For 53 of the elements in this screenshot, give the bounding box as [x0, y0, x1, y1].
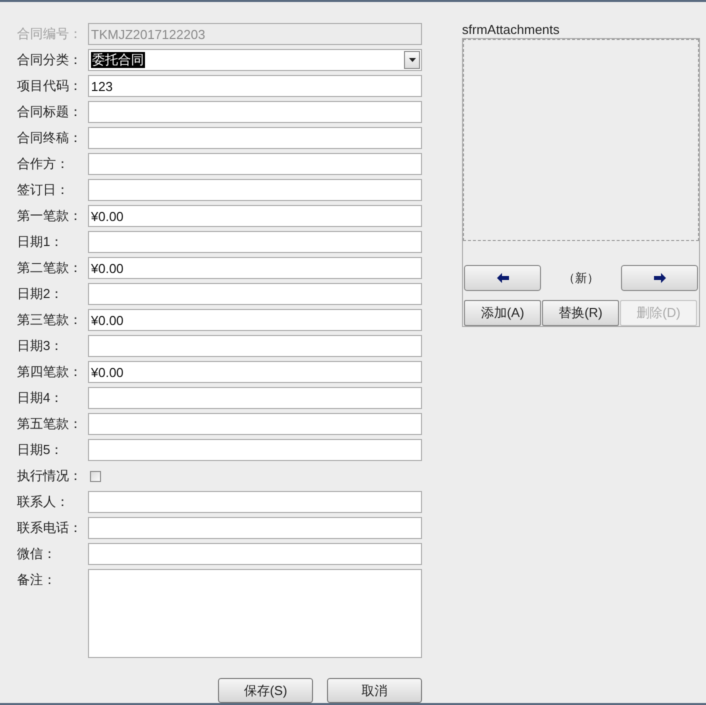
field-label: 联系电话： [17, 519, 83, 537]
text-field[interactable] [88, 517, 422, 539]
text-field[interactable]: ¥0.00 [88, 205, 422, 227]
notes-field[interactable] [88, 569, 422, 658]
field-label: 合同标题： [17, 103, 83, 121]
field-label: 合作方： [17, 155, 70, 173]
field-label: 日期3： [17, 337, 64, 355]
text-field[interactable] [88, 179, 422, 201]
field-label: 日期5： [17, 441, 64, 459]
field-label: 合同编号： [17, 25, 83, 43]
text-field[interactable] [88, 283, 422, 305]
field-label: 联系人： [17, 493, 70, 511]
text-field[interactable] [88, 387, 422, 409]
text-field[interactable]: ¥0.00 [88, 309, 422, 331]
text-field[interactable] [88, 101, 422, 123]
text-field[interactable] [88, 231, 422, 253]
field-label: 合同分类： [17, 51, 83, 69]
field-label: 日期1： [17, 233, 64, 251]
next-button[interactable] [621, 265, 698, 291]
field-label: 备注： [17, 571, 57, 589]
field-label: 微信： [17, 545, 57, 563]
arrow-right-icon [654, 273, 666, 283]
text-field[interactable] [88, 439, 422, 461]
checkbox[interactable] [90, 471, 101, 482]
attachment-button[interactable]: 替换(R) [542, 300, 619, 326]
form-button[interactable]: 取消 [327, 678, 422, 703]
dropdown-field[interactable]: 委托合同 [88, 49, 422, 71]
text-field[interactable] [88, 153, 422, 175]
field-label: 第五笔款： [17, 415, 83, 433]
field-label: 第一笔款： [17, 207, 83, 225]
subform-title: sfrmAttachments [462, 22, 561, 38]
previous-button[interactable] [464, 265, 541, 291]
arrow-left-icon [496, 273, 508, 283]
field-label: 第二笔款： [17, 259, 83, 277]
text-field[interactable]: ¥0.00 [88, 257, 422, 279]
field-label: 日期2： [17, 285, 64, 303]
text-field[interactable] [88, 127, 422, 149]
text-field[interactable] [88, 335, 422, 357]
text-field[interactable]: ¥0.00 [88, 361, 422, 383]
form-button[interactable]: 保存(S) [218, 678, 313, 703]
field-label: 执行情况： [17, 467, 83, 485]
text-field[interactable] [88, 413, 422, 435]
field-label: 日期4： [17, 389, 64, 407]
field-label: 项目代码： [17, 77, 83, 95]
text-field[interactable] [88, 491, 422, 513]
record-indicator: （新） [562, 270, 600, 287]
field-label: 第四笔款： [17, 363, 83, 381]
text-field[interactable]: 123 [88, 75, 422, 97]
field-label: 签订日： [17, 181, 70, 199]
text-field[interactable] [88, 543, 422, 565]
attachment-button[interactable]: 添加(A) [464, 300, 541, 326]
field-label: 第三笔款： [17, 311, 83, 329]
field-label: 合同终稿： [17, 129, 83, 147]
